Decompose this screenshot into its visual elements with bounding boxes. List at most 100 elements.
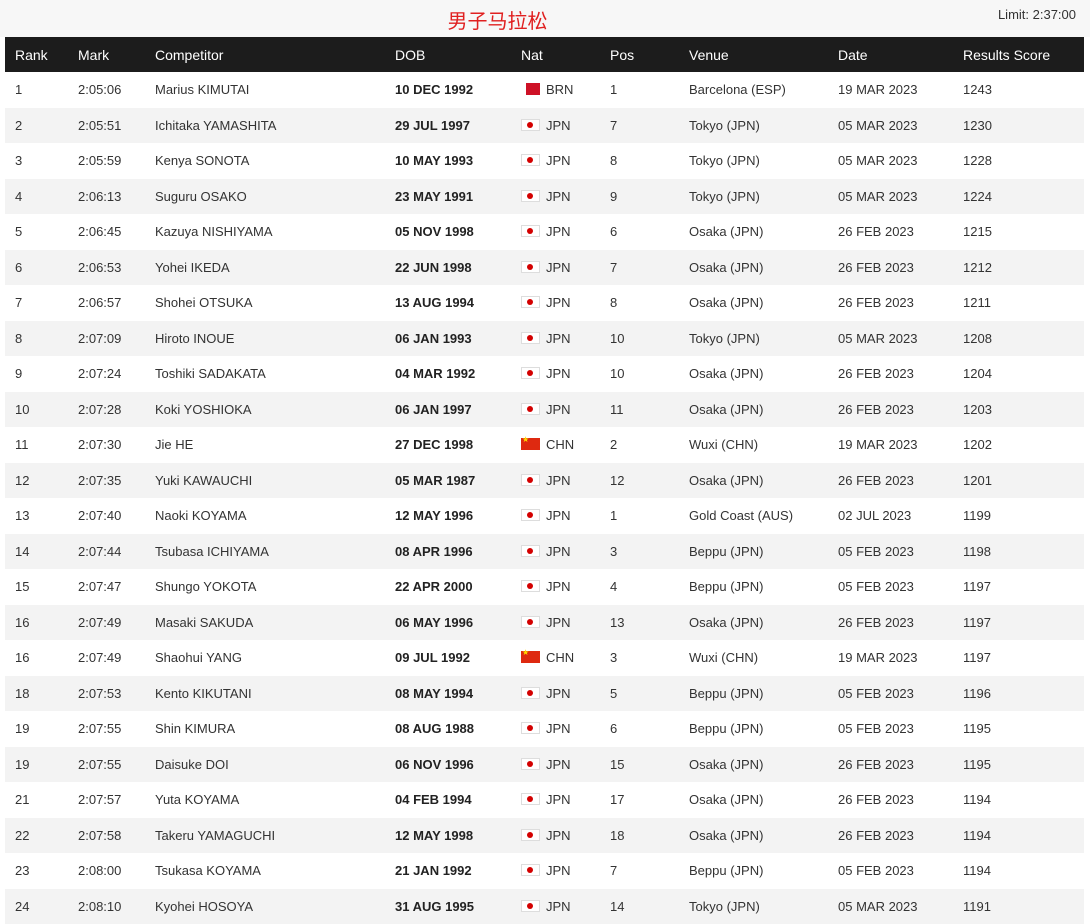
competitor-link[interactable]: Ichitaka YAMASHITA	[145, 108, 385, 144]
dob-cell: 31 AUG 1995	[385, 889, 511, 924]
header-rank[interactable]: Rank	[5, 37, 68, 72]
header-pos[interactable]: Pos	[600, 37, 679, 72]
mark-cell: 2:07:40	[68, 498, 145, 534]
venue-cell: Beppu (JPN)	[679, 569, 828, 605]
competitor-link[interactable]: Jie HE	[145, 427, 385, 463]
pos-cell: 11	[600, 392, 679, 428]
nat-code: JPN	[546, 721, 571, 736]
nat-cell: JPN	[511, 676, 600, 712]
header-venue[interactable]: Venue	[679, 37, 828, 72]
pos-cell: 12	[600, 463, 679, 499]
score-cell: 1203	[953, 392, 1084, 428]
competitor-link[interactable]: Toshiki SADAKATA	[145, 356, 385, 392]
score-cell: 1194	[953, 818, 1084, 854]
date-cell: 26 FEB 2023	[828, 250, 953, 286]
nat-code: JPN	[546, 615, 571, 630]
competitor-link[interactable]: Hiroto INOUE	[145, 321, 385, 357]
competitor-link[interactable]: Kyohei HOSOYA	[145, 889, 385, 924]
rank-cell: 24	[5, 889, 68, 924]
competitor-link[interactable]: Shin KIMURA	[145, 711, 385, 747]
competitor-link[interactable]: Yuta KOYAMA	[145, 782, 385, 818]
limit-label: Limit: 2:37:00	[998, 7, 1076, 22]
mark-cell: 2:07:49	[68, 640, 145, 676]
mark-cell: 2:07:47	[68, 569, 145, 605]
rank-cell: 21	[5, 782, 68, 818]
competitor-link[interactable]: Shaohui YANG	[145, 640, 385, 676]
competitor-link[interactable]: Shohei OTSUKA	[145, 285, 385, 321]
table-row: 112:07:30Jie HE27 DEC 1998CHN2Wuxi (CHN)…	[5, 427, 1084, 463]
competitor-link[interactable]: Yohei IKEDA	[145, 250, 385, 286]
competitor-link[interactable]: Masaki SAKUDA	[145, 605, 385, 641]
competitor-link[interactable]: Daisuke DOI	[145, 747, 385, 783]
dob-cell: 06 MAY 1996	[385, 605, 511, 641]
dob-cell: 22 APR 2000	[385, 569, 511, 605]
pos-cell: 7	[600, 250, 679, 286]
venue-cell: Beppu (JPN)	[679, 853, 828, 889]
competitor-link[interactable]: Koki YOSHIOKA	[145, 392, 385, 428]
dob-cell: 27 DEC 1998	[385, 427, 511, 463]
score-cell: 1198	[953, 534, 1084, 570]
score-cell: 1197	[953, 605, 1084, 641]
rank-cell: 19	[5, 711, 68, 747]
date-cell: 26 FEB 2023	[828, 463, 953, 499]
table-row: 162:07:49Masaki SAKUDA06 MAY 1996JPN13Os…	[5, 605, 1084, 641]
header-results-score[interactable]: Results Score	[953, 37, 1084, 72]
pos-cell: 3	[600, 640, 679, 676]
nat-code: JPN	[546, 118, 571, 133]
pos-cell: 15	[600, 747, 679, 783]
competitor-link[interactable]: Kento KIKUTANI	[145, 676, 385, 712]
nat-code: CHN	[546, 437, 574, 452]
venue-cell: Beppu (JPN)	[679, 676, 828, 712]
competitor-link[interactable]: Marius KIMUTAI	[145, 72, 385, 108]
mark-cell: 2:05:59	[68, 143, 145, 179]
pos-cell: 18	[600, 818, 679, 854]
competitor-link[interactable]: Kenya SONOTA	[145, 143, 385, 179]
competitor-link[interactable]: Kazuya NISHIYAMA	[145, 214, 385, 250]
pos-cell: 9	[600, 179, 679, 215]
score-cell: 1211	[953, 285, 1084, 321]
nat-code: JPN	[546, 757, 571, 772]
score-cell: 1199	[953, 498, 1084, 534]
header-mark[interactable]: Mark	[68, 37, 145, 72]
nat-cell: JPN	[511, 605, 600, 641]
competitor-link[interactable]: Suguru OSAKO	[145, 179, 385, 215]
competitor-link[interactable]: Tsubasa ICHIYAMA	[145, 534, 385, 570]
nat-cell: JPN	[511, 853, 600, 889]
competitor-link[interactable]: Naoki KOYAMA	[145, 498, 385, 534]
date-cell: 05 MAR 2023	[828, 889, 953, 924]
score-cell: 1228	[953, 143, 1084, 179]
rank-cell: 4	[5, 179, 68, 215]
score-cell: 1194	[953, 853, 1084, 889]
header-dob[interactable]: DOB	[385, 37, 511, 72]
table-row: 132:07:40Naoki KOYAMA12 MAY 1996JPN1Gold…	[5, 498, 1084, 534]
date-cell: 26 FEB 2023	[828, 747, 953, 783]
nat-code: JPN	[546, 331, 571, 346]
table-body: 12:05:06Marius KIMUTAI10 DEC 1992BRN1Bar…	[5, 72, 1084, 924]
dob-cell: 08 MAY 1994	[385, 676, 511, 712]
dob-cell: 10 MAY 1993	[385, 143, 511, 179]
dob-cell: 04 MAR 1992	[385, 356, 511, 392]
dob-cell: 23 MAY 1991	[385, 179, 511, 215]
header-date[interactable]: Date	[828, 37, 953, 72]
japan-flag-icon	[521, 261, 540, 273]
venue-cell: Wuxi (CHN)	[679, 640, 828, 676]
rank-cell: 8	[5, 321, 68, 357]
score-cell: 1204	[953, 356, 1084, 392]
dob-cell: 12 MAY 1998	[385, 818, 511, 854]
competitor-link[interactable]: Takeru YAMAGUCHI	[145, 818, 385, 854]
nat-code: BRN	[546, 82, 573, 97]
competitor-link[interactable]: Yuki KAWAUCHI	[145, 463, 385, 499]
competitor-link[interactable]: Tsukasa KOYAMA	[145, 853, 385, 889]
mark-cell: 2:07:57	[68, 782, 145, 818]
date-cell: 19 MAR 2023	[828, 72, 953, 108]
venue-cell: Beppu (JPN)	[679, 534, 828, 570]
rank-cell: 6	[5, 250, 68, 286]
nat-code: JPN	[546, 508, 571, 523]
pos-cell: 10	[600, 321, 679, 357]
header-nat[interactable]: Nat	[511, 37, 600, 72]
table-row: 72:06:57Shohei OTSUKA13 AUG 1994JPN8Osak…	[5, 285, 1084, 321]
header-competitor[interactable]: Competitor	[145, 37, 385, 72]
bahrain-flag-icon	[521, 83, 540, 95]
nat-code: JPN	[546, 686, 571, 701]
competitor-link[interactable]: Shungo YOKOTA	[145, 569, 385, 605]
